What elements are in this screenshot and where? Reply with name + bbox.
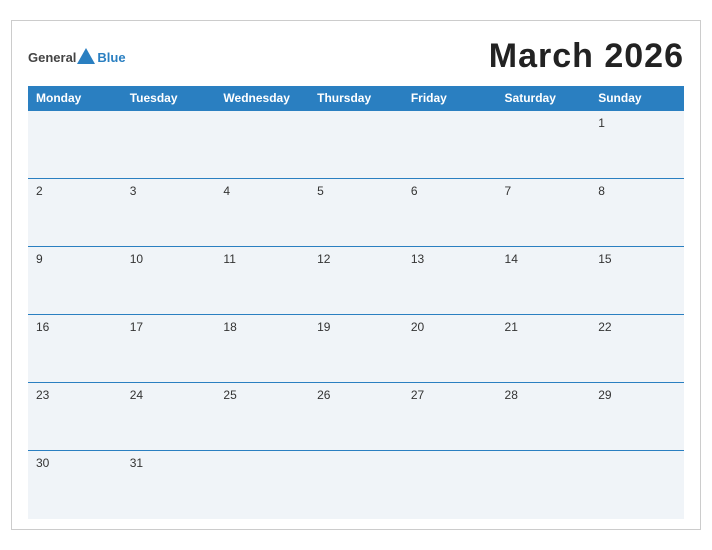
calendar-day-cell: 2 xyxy=(28,179,122,247)
calendar-day-cell: 6 xyxy=(403,179,497,247)
logo-area: General Blue xyxy=(28,48,126,65)
day-number: 27 xyxy=(411,388,424,402)
day-number: 25 xyxy=(223,388,236,402)
calendar-week-row: 16 17 18 19 20 21 22 xyxy=(28,315,684,383)
calendar-day-cell: 25 xyxy=(215,383,309,451)
calendar-day-cell: 3 xyxy=(122,179,216,247)
weekday-header-saturday: Saturday xyxy=(497,86,591,111)
day-number: 14 xyxy=(505,252,518,266)
calendar-day-cell: 15 xyxy=(590,247,684,315)
calendar-day-cell: 20 xyxy=(403,315,497,383)
day-number: 16 xyxy=(36,320,49,334)
day-number: 1 xyxy=(598,116,605,130)
day-number: 3 xyxy=(130,184,137,198)
calendar-container: General Blue March 2026 MondayTuesdayWed… xyxy=(11,20,701,530)
calendar-day-cell: 29 xyxy=(590,383,684,451)
calendar-empty-cell xyxy=(215,451,309,519)
calendar-week-row: 2 3 4 5 6 7 8 xyxy=(28,179,684,247)
calendar-day-cell: 19 xyxy=(309,315,403,383)
calendar-empty-cell xyxy=(403,111,497,179)
day-number: 15 xyxy=(598,252,611,266)
weekday-header-friday: Friday xyxy=(403,86,497,111)
day-number: 22 xyxy=(598,320,611,334)
day-number: 30 xyxy=(36,456,49,470)
day-number: 26 xyxy=(317,388,330,402)
calendar-week-row: 23 24 25 26 27 28 29 xyxy=(28,383,684,451)
day-number: 4 xyxy=(223,184,230,198)
day-number: 2 xyxy=(36,184,43,198)
calendar-day-cell: 30 xyxy=(28,451,122,519)
calendar-empty-cell xyxy=(309,111,403,179)
day-number: 9 xyxy=(36,252,43,266)
calendar-day-cell: 21 xyxy=(497,315,591,383)
day-number: 28 xyxy=(505,388,518,402)
calendar-empty-cell xyxy=(215,111,309,179)
calendar-day-cell: 10 xyxy=(122,247,216,315)
calendar-grid: MondayTuesdayWednesdayThursdayFridaySatu… xyxy=(28,86,684,519)
day-number: 17 xyxy=(130,320,143,334)
day-number: 20 xyxy=(411,320,424,334)
calendar-day-cell: 12 xyxy=(309,247,403,315)
calendar-day-cell: 24 xyxy=(122,383,216,451)
calendar-day-cell: 4 xyxy=(215,179,309,247)
calendar-day-cell: 16 xyxy=(28,315,122,383)
month-title: March 2026 xyxy=(489,37,684,76)
logo-triangle-icon xyxy=(77,48,95,64)
day-number: 31 xyxy=(130,456,143,470)
calendar-day-cell: 22 xyxy=(590,315,684,383)
day-number: 7 xyxy=(505,184,512,198)
day-number: 19 xyxy=(317,320,330,334)
calendar-day-cell: 28 xyxy=(497,383,591,451)
calendar-day-cell: 18 xyxy=(215,315,309,383)
calendar-day-cell: 23 xyxy=(28,383,122,451)
calendar-week-row: 30 31 xyxy=(28,451,684,519)
day-number: 18 xyxy=(223,320,236,334)
calendar-day-cell: 14 xyxy=(497,247,591,315)
logo-blue-text: Blue xyxy=(97,50,125,65)
day-number: 13 xyxy=(411,252,424,266)
calendar-header: General Blue March 2026 xyxy=(28,37,684,76)
calendar-empty-cell xyxy=(28,111,122,179)
calendar-day-cell: 9 xyxy=(28,247,122,315)
weekday-header-wednesday: Wednesday xyxy=(215,86,309,111)
weekday-header-thursday: Thursday xyxy=(309,86,403,111)
day-number: 11 xyxy=(223,252,235,266)
calendar-empty-cell xyxy=(497,111,591,179)
calendar-day-cell: 7 xyxy=(497,179,591,247)
calendar-week-row: 1 xyxy=(28,111,684,179)
calendar-empty-cell xyxy=(403,451,497,519)
logo-general-text: General xyxy=(28,50,76,65)
calendar-empty-cell xyxy=(309,451,403,519)
calendar-day-cell: 11 xyxy=(215,247,309,315)
calendar-empty-cell xyxy=(590,451,684,519)
weekday-header-monday: Monday xyxy=(28,86,122,111)
day-number: 6 xyxy=(411,184,418,198)
day-number: 23 xyxy=(36,388,49,402)
calendar-day-cell: 8 xyxy=(590,179,684,247)
day-number: 21 xyxy=(505,320,518,334)
calendar-day-cell: 5 xyxy=(309,179,403,247)
day-number: 24 xyxy=(130,388,143,402)
calendar-day-cell: 27 xyxy=(403,383,497,451)
calendar-day-cell: 31 xyxy=(122,451,216,519)
calendar-empty-cell xyxy=(497,451,591,519)
calendar-day-cell: 1 xyxy=(590,111,684,179)
calendar-empty-cell xyxy=(122,111,216,179)
calendar-day-cell: 13 xyxy=(403,247,497,315)
day-number: 8 xyxy=(598,184,605,198)
weekday-header-sunday: Sunday xyxy=(590,86,684,111)
day-number: 29 xyxy=(598,388,611,402)
day-number: 5 xyxy=(317,184,324,198)
calendar-day-cell: 17 xyxy=(122,315,216,383)
calendar-week-row: 9 10 11 12 13 14 15 xyxy=(28,247,684,315)
calendar-day-cell: 26 xyxy=(309,383,403,451)
day-number: 10 xyxy=(130,252,143,266)
weekday-header-tuesday: Tuesday xyxy=(122,86,216,111)
day-number: 12 xyxy=(317,252,330,266)
weekday-header-row: MondayTuesdayWednesdayThursdayFridaySatu… xyxy=(28,86,684,111)
